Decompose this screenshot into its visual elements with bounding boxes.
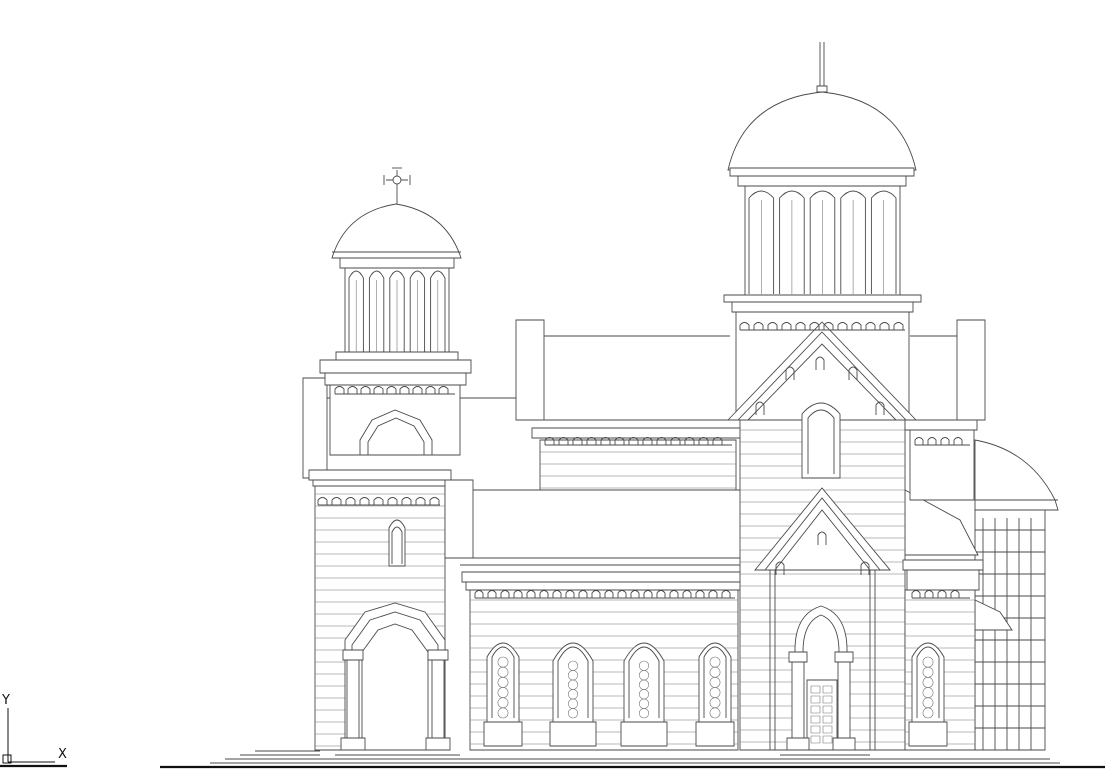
church-elevation-drawing: Y X <box>0 0 1105 771</box>
ucs-x-label: X <box>58 747 67 762</box>
front-steps <box>210 751 1060 763</box>
main-dome <box>728 92 916 170</box>
main-door <box>807 680 837 750</box>
left-dome-cross <box>384 168 410 204</box>
left-dome <box>332 204 461 258</box>
left-tower <box>309 168 471 750</box>
ucs-icon: Y X <box>1 693 67 763</box>
main-tower <box>724 42 921 750</box>
ucs-y-label: Y <box>1 693 10 708</box>
